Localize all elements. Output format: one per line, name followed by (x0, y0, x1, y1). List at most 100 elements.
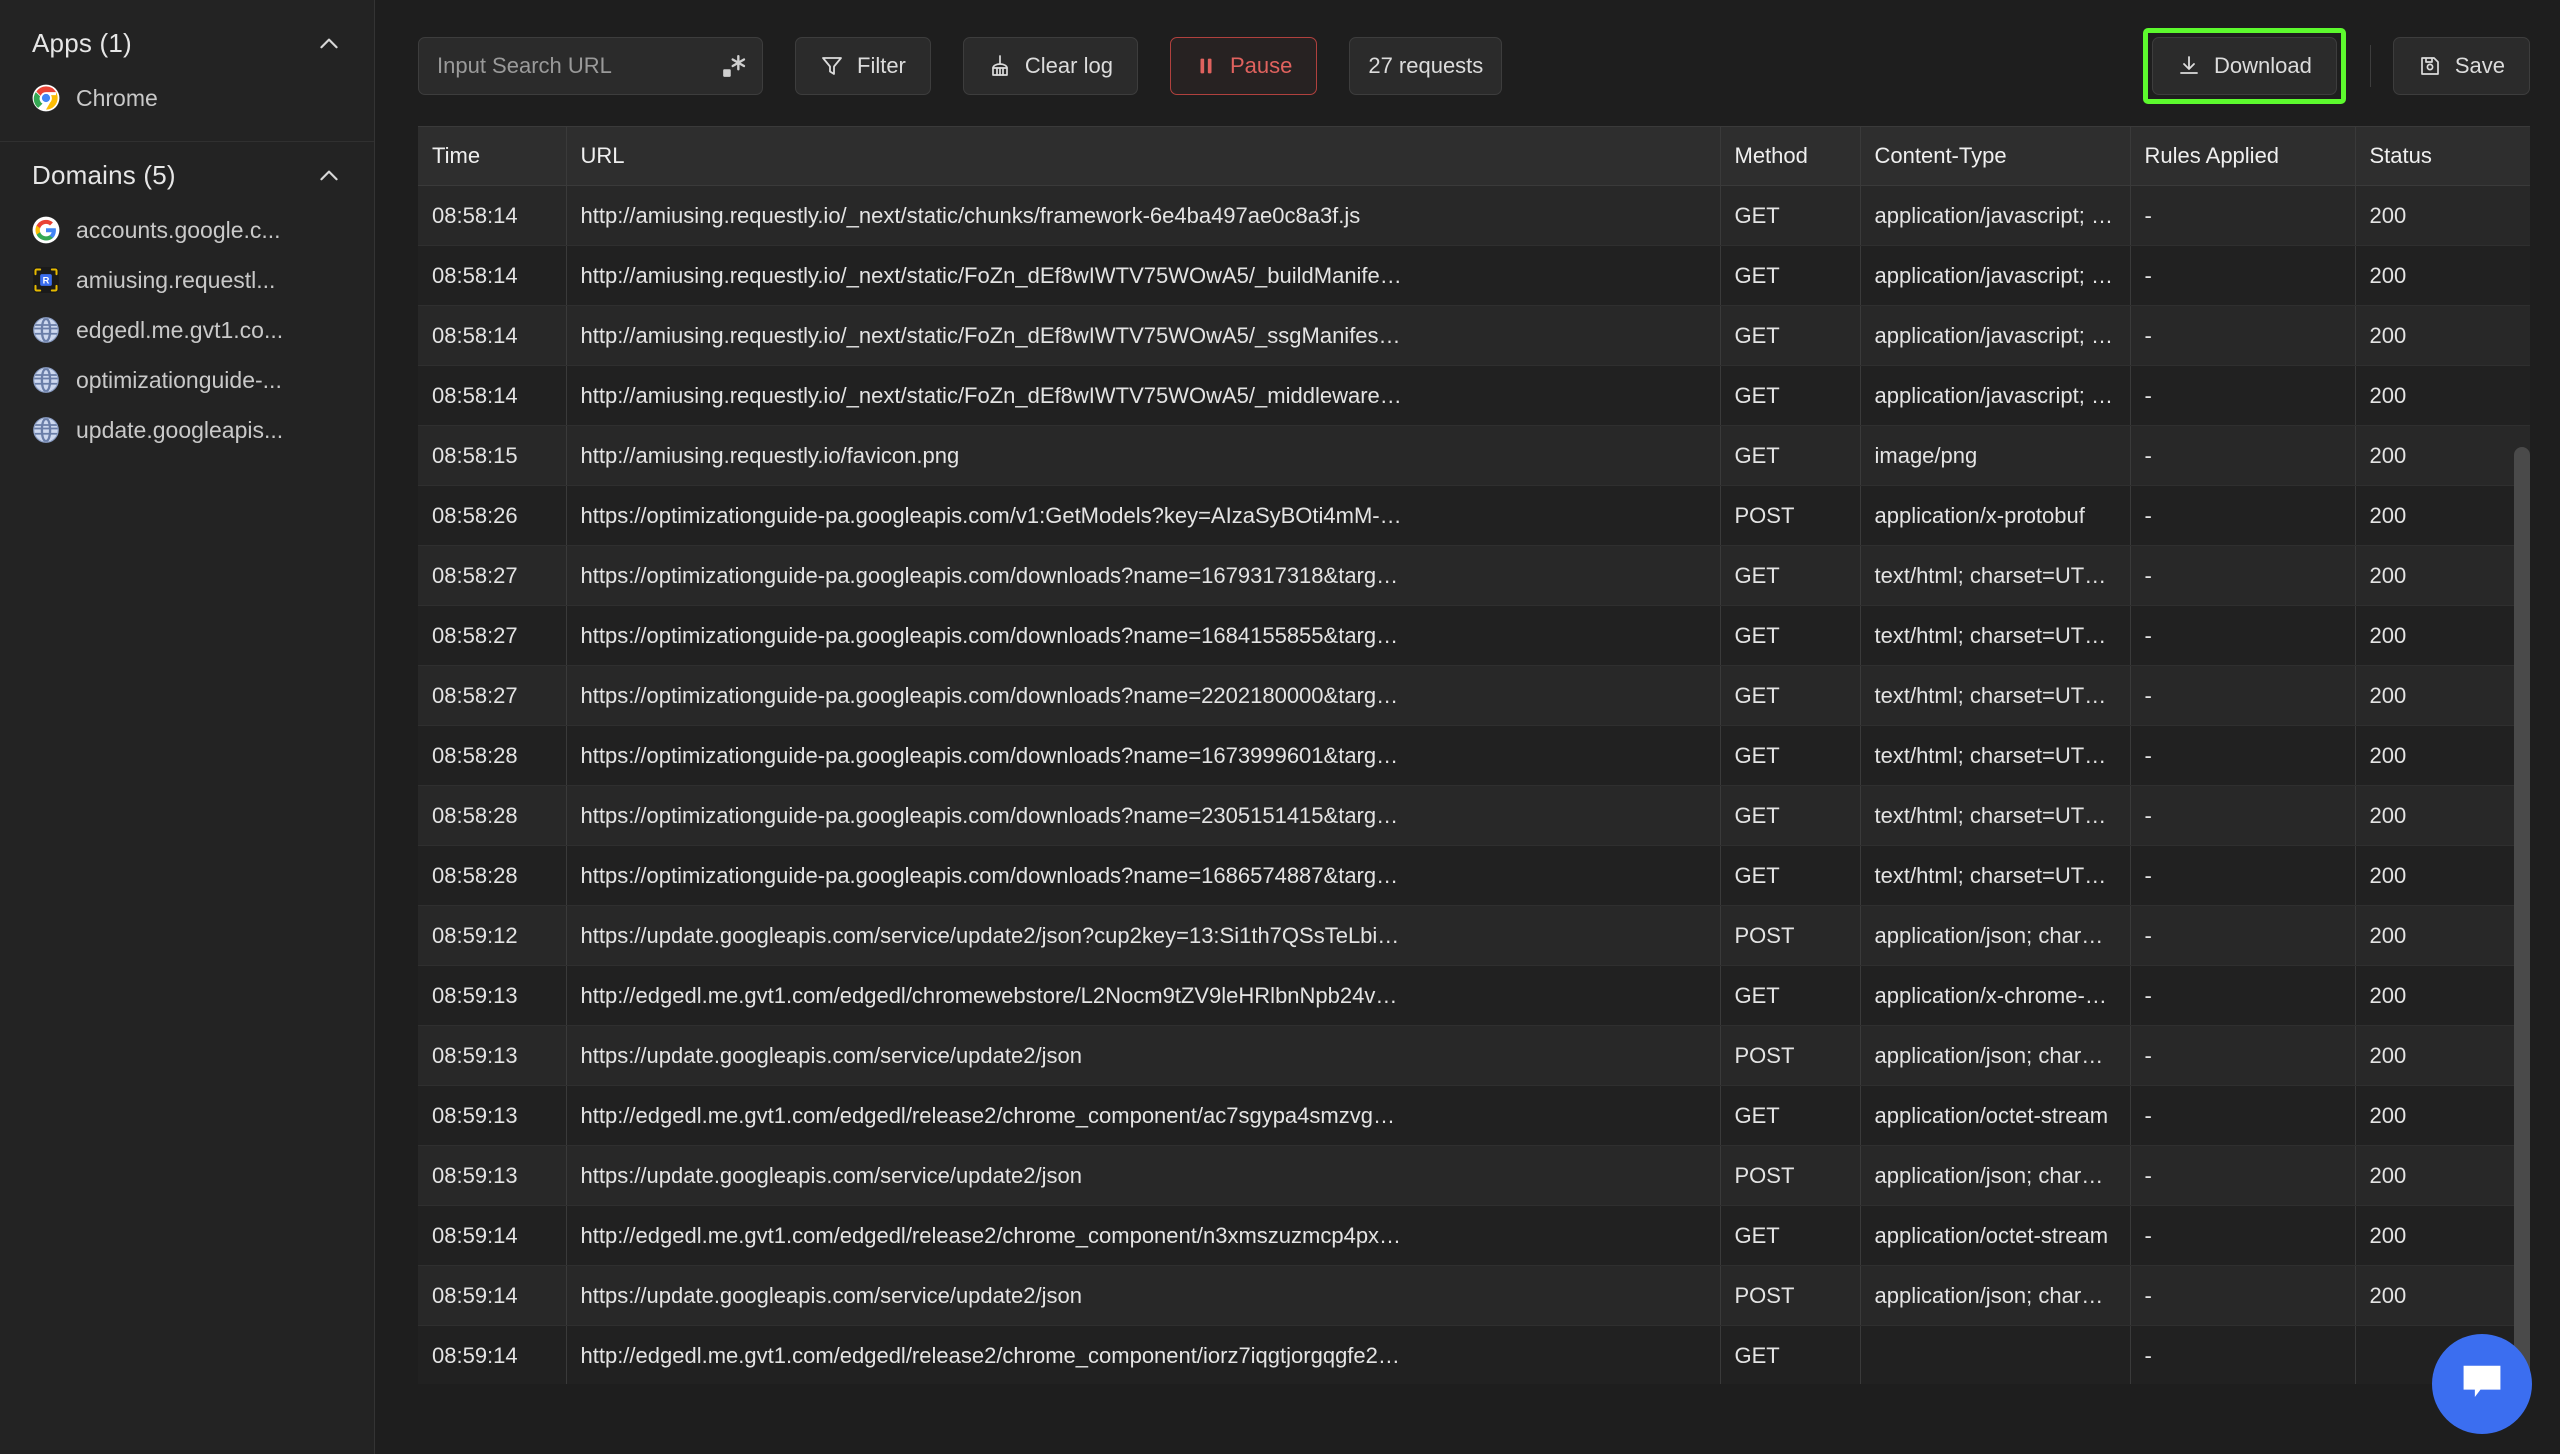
cell-method: POST (1720, 485, 1861, 546)
table-row[interactable]: 08:58:15 http://amiusing.requestly.io/fav… (418, 425, 2530, 486)
table-row[interactable]: 08:58:14 http://amiusing.requestly.io/_ne… (418, 305, 2530, 366)
cell-url: http://edgedl.me.gvt1.com/edgedl/release… (566, 1085, 1721, 1146)
sidebar-domains-section: Domains (5) accounts.google.c... R amius… (0, 142, 374, 455)
cell-rules-applied: - (2130, 485, 2356, 546)
table-row[interactable]: 08:58:14 http://amiusing.requestly.io/_ne… (418, 365, 2530, 426)
pause-button[interactable]: Pause (1169, 37, 1318, 95)
save-button[interactable]: Save (2392, 37, 2530, 95)
table-row[interactable]: 08:58:28 https://optimizationguide-pa.goo… (418, 725, 2530, 786)
cell-url: https://update.googleapis.com/service/up… (566, 1145, 1721, 1206)
column-header-content-type[interactable]: Content-Type (1860, 127, 2131, 186)
table-row[interactable]: 08:58:14 http://amiusing.requestly.io/_ne… (418, 245, 2530, 306)
table-header: Time URL Method Content-Type Rules Appli… (418, 127, 2530, 186)
cell-content-type: text/html; charset=UTF-8 (1860, 785, 2131, 846)
network-log-table: Time URL Method Content-Type Rules Appli… (418, 127, 2530, 1384)
cell-url: http://edgedl.me.gvt1.com/edgedl/release… (566, 1325, 1721, 1384)
cell-method: GET (1720, 245, 1861, 306)
filter-button[interactable]: Filter (795, 37, 931, 95)
column-header-method[interactable]: Method (1720, 127, 1861, 186)
sidebar-domains-header[interactable]: Domains (5) (0, 142, 374, 205)
cell-status: 200 (2355, 965, 2530, 1026)
cell-time: 08:59:13 (418, 965, 567, 1026)
filter-label: Filter (857, 53, 906, 78)
column-header-status[interactable]: Status (2355, 127, 2530, 186)
chevron-up-icon[interactable] (316, 31, 342, 57)
cell-url: http://edgedl.me.gvt1.com/edgedl/release… (566, 1205, 1721, 1266)
clear-log-label: Clear log (1024, 53, 1113, 78)
table-row[interactable]: 08:58:26 https://optimizationguide-pa.goo… (418, 485, 2530, 546)
network-log-table-wrapper: Time URL Method Content-Type Rules Appli… (418, 126, 2530, 1384)
cell-rules-applied: - (2130, 725, 2356, 786)
table-row[interactable]: 08:59:13 http://edgedl.me.gvt1.com/edgedl… (418, 1085, 2530, 1146)
cell-method: GET (1720, 305, 1861, 366)
chat-support-button[interactable] (2432, 1334, 2532, 1434)
table-row[interactable]: 08:58:28 https://optimizationguide-pa.goo… (418, 785, 2530, 846)
cell-content-type: application/json; chars… (1860, 1025, 2131, 1086)
cell-rules-applied: - (2130, 965, 2356, 1026)
cell-method: GET (1720, 725, 1861, 786)
cell-status: 200 (2355, 305, 2530, 366)
vertical-scrollbar-thumb[interactable] (2514, 447, 2530, 1382)
table-row[interactable]: 08:58:28 https://optimizationguide-pa.goo… (418, 845, 2530, 906)
cell-status: 200 (2355, 665, 2530, 726)
chevron-up-icon[interactable] (316, 163, 342, 189)
cell-status: 200 (2355, 245, 2530, 306)
cell-content-type: application/json; chars… (1860, 1265, 2131, 1326)
sidebar-item-update-googleapis[interactable]: update.googleapis... (0, 405, 374, 455)
svg-text:R: R (43, 276, 50, 286)
download-button[interactable]: Download (2151, 37, 2337, 95)
cell-method: GET (1720, 665, 1861, 726)
cell-time: 08:58:27 (418, 665, 567, 726)
cell-content-type: application/json; chars… (1860, 1145, 2131, 1206)
table-row[interactable]: 08:59:13 http://edgedl.me.gvt1.com/edgedl… (418, 965, 2530, 1026)
cell-content-type: image/png (1860, 425, 2131, 486)
cell-status: 200 (2355, 1205, 2530, 1266)
table-row[interactable]: 08:59:14 http://edgedl.me.gvt1.com/edgedl… (418, 1205, 2530, 1266)
table-row[interactable]: 08:59:13 https://update.googleapis.com/se… (418, 1145, 2530, 1206)
column-header-time[interactable]: Time (418, 127, 567, 186)
cell-rules-applied: - (2130, 1205, 2356, 1266)
cell-time: 08:58:27 (418, 605, 567, 666)
toolbar-divider (2369, 45, 2371, 87)
search-input[interactable] (418, 37, 763, 95)
table-row[interactable]: 08:58:27 https://optimizationguide-pa.goo… (418, 665, 2530, 726)
sidebar-item-chrome[interactable]: Chrome (0, 73, 374, 123)
table-row[interactable]: 08:58:14 http://amiusing.requestly.io/_ne… (418, 185, 2530, 246)
cell-time: 08:59:13 (418, 1145, 567, 1206)
cell-time: 08:58:27 (418, 545, 567, 606)
cell-time: 08:59:14 (418, 1265, 567, 1326)
sidebar-item-optimizationguide[interactable]: optimizationguide-... (0, 355, 374, 405)
clear-log-button[interactable]: Clear log (962, 37, 1138, 95)
broom-icon (988, 54, 1012, 78)
sidebar-item-edgedl[interactable]: edgedl.me.gvt1.co... (0, 305, 374, 355)
cell-url: https://optimizationguide-pa.googleapis.… (566, 725, 1721, 786)
cell-content-type: application/javascript; … (1860, 365, 2131, 426)
sidebar-apps-header[interactable]: Apps (1) (0, 10, 374, 73)
column-header-url[interactable]: URL (566, 127, 1721, 186)
table-row[interactable]: 08:59:12 https://update.googleapis.com/se… (418, 905, 2530, 966)
table-row[interactable]: 08:59:14 http://edgedl.me.gvt1.com/edgedl… (418, 1325, 2530, 1384)
table-row[interactable]: 08:59:14 https://update.googleapis.com/se… (418, 1265, 2530, 1326)
column-header-rules-applied[interactable]: Rules Applied (2130, 127, 2356, 186)
table-row[interactable]: 08:58:27 https://optimizationguide-pa.goo… (418, 605, 2530, 666)
cell-method: GET (1720, 605, 1861, 666)
sidebar-item-amiusing-requestly[interactable]: R amiusing.requestl... (0, 255, 374, 305)
cell-rules-applied: - (2130, 1145, 2356, 1206)
cell-method: POST (1720, 1025, 1861, 1086)
cell-rules-applied: - (2130, 665, 2356, 726)
cell-url: https://optimizationguide-pa.googleapis.… (566, 845, 1721, 906)
requests-count-badge: 27 requests (1349, 37, 1503, 95)
save-label: Save (2454, 53, 2505, 78)
table-row[interactable]: 08:58:27 https://optimizationguide-pa.goo… (418, 545, 2530, 606)
cell-rules-applied: - (2130, 905, 2356, 966)
cell-url: https://optimizationguide-pa.googleapis.… (566, 605, 1721, 666)
cell-time: 08:58:14 (418, 365, 567, 426)
toolbar-right-group: Download Save (2142, 28, 2530, 104)
google-icon (32, 216, 60, 244)
table-row[interactable]: 08:59:13 https://update.googleapis.com/se… (418, 1025, 2530, 1086)
download-icon (2177, 54, 2201, 78)
regex-icon[interactable] (721, 53, 747, 79)
cell-time: 08:58:28 (418, 725, 567, 786)
sidebar-item-accounts-google[interactable]: accounts.google.c... (0, 205, 374, 255)
search-url-wrapper (418, 37, 763, 95)
